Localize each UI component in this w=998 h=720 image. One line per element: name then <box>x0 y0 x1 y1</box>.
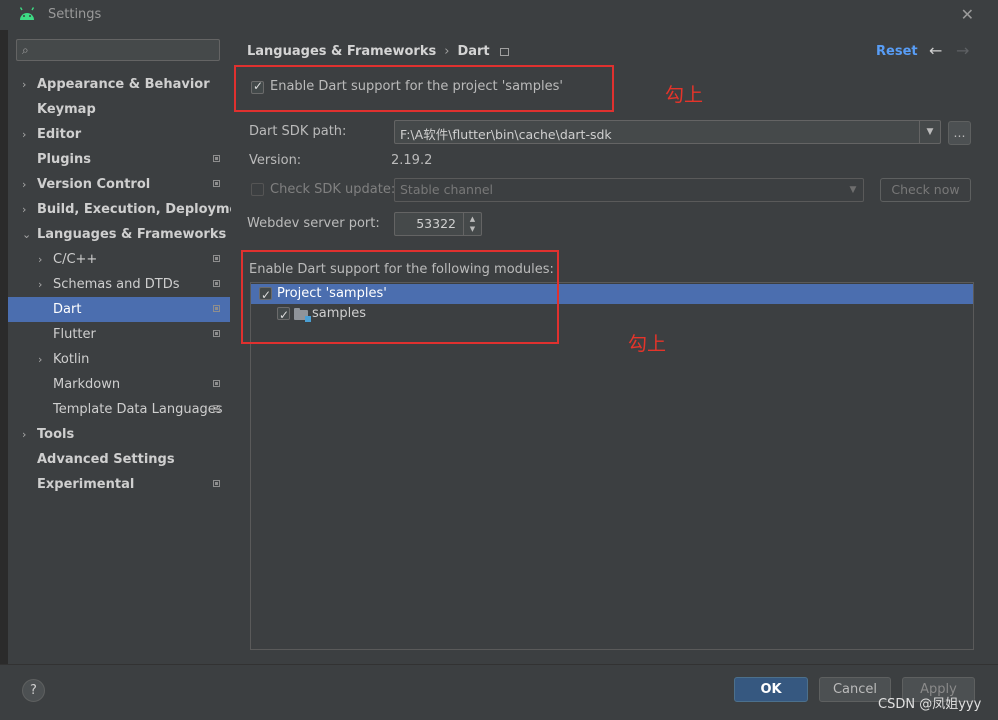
sidebar-item-label: Dart <box>53 302 82 317</box>
sidebar-item-label: Keymap <box>37 102 96 117</box>
search-input[interactable]: ⌕ <box>16 39 220 61</box>
window-title: Settings <box>48 7 102 22</box>
project-level-icon <box>213 380 220 387</box>
spinner-arrows-icon[interactable]: ▲ ▼ <box>463 213 481 235</box>
sidebar-item-label: Plugins <box>37 152 91 167</box>
project-level-icon <box>213 280 220 287</box>
sdk-path-value: F:\A软件\flutter\bin\cache\dart-sdk <box>400 127 612 142</box>
sidebar-item[interactable]: › Schemas and DTDs <box>8 272 230 297</box>
sidebar-item-label: Schemas and DTDs <box>53 277 180 292</box>
back-arrow-icon[interactable]: ← <box>929 41 942 60</box>
sidebar-item-label: Template Data Languages <box>53 402 223 417</box>
version-label: Version: <box>249 153 302 168</box>
sidebar-item[interactable]: › Appearance & Behavior <box>8 72 230 97</box>
sidebar-item-label: Flutter <box>53 327 96 342</box>
channel-value: Stable channel <box>400 182 494 197</box>
annotation-box-modules <box>241 250 559 344</box>
help-button[interactable]: ? <box>22 679 45 702</box>
chevron-right-icon[interactable]: › <box>22 172 26 197</box>
sidebar-item[interactable]: Plugins <box>8 147 230 172</box>
sidebar-item[interactable]: Markdown <box>8 372 230 397</box>
forward-arrow-icon[interactable]: → <box>956 41 969 60</box>
sidebar-item-label: Markdown <box>53 377 121 392</box>
sidebar-item[interactable]: Flutter <box>8 322 230 347</box>
check-now-button[interactable]: Check now <box>880 178 971 202</box>
breadcrumb: Languages & Frameworks › Dart <box>247 44 509 59</box>
sidebar-item-label: Version Control <box>37 177 151 192</box>
sidebar-item-label: Tools <box>37 427 75 442</box>
project-level-icon <box>499 47 509 56</box>
background-edge <box>0 30 8 664</box>
update-channel-combo[interactable]: Stable channel ▼ <box>394 178 864 202</box>
chevron-right-icon[interactable]: › <box>38 272 42 297</box>
project-level-icon <box>213 255 220 262</box>
chevron-right-icon[interactable]: › <box>22 197 26 222</box>
sidebar-item-label: Languages & Frameworks <box>37 227 227 242</box>
sidebar-item[interactable]: Template Data Languages <box>8 397 230 422</box>
settings-window: Settings ✕ ⌕ › Appearance & Behavior Keyma… <box>0 0 998 720</box>
chevron-down-icon[interactable]: ▼ <box>843 179 863 201</box>
ok-button[interactable]: OK <box>734 677 808 702</box>
sidebar-item[interactable]: › C/C++ <box>8 247 230 272</box>
chevron-right-icon[interactable]: › <box>38 347 42 372</box>
settings-sidebar: ⌕ › Appearance & Behavior Keymap › Editor Plu… <box>8 30 254 664</box>
chevron-right-icon[interactable]: › <box>22 72 26 97</box>
sidebar-item[interactable]: ⌄ Languages & Frameworks <box>8 222 230 247</box>
search-icon: ⌕ <box>22 43 29 57</box>
annotation-box-enable <box>234 65 614 112</box>
sidebar-item-label: Editor <box>37 127 82 142</box>
sidebar-item-label: C/C++ <box>53 252 98 267</box>
sidebar-item[interactable]: › Kotlin <box>8 347 230 372</box>
sidebar-item[interactable]: Dart <box>8 297 230 322</box>
breadcrumb-current: Dart <box>457 44 490 59</box>
sdk-path-label: Dart SDK path: <box>249 124 347 139</box>
project-level-icon <box>213 155 220 162</box>
sidebar-item-label: Advanced Settings <box>37 452 175 467</box>
close-icon[interactable]: ✕ <box>961 5 974 24</box>
sidebar-item[interactable]: Keymap <box>8 97 230 122</box>
webdev-port-spinner[interactable]: 53322 ▲ ▼ <box>394 212 482 236</box>
sidebar-item[interactable]: › Editor <box>8 122 230 147</box>
watermark: CSDN @凤姐yyy <box>878 697 982 712</box>
chevron-right-icon[interactable]: › <box>22 422 26 447</box>
sidebar-item[interactable]: Advanced Settings <box>8 447 230 472</box>
sdk-path-combo[interactable]: F:\A软件\flutter\bin\cache\dart-sdk ▼ <box>394 120 941 144</box>
version-value: 2.19.2 <box>391 153 433 168</box>
sidebar-item-label: Appearance & Behavior <box>37 77 210 92</box>
chevron-down-icon[interactable]: ⌄ <box>22 222 31 247</box>
sidebar-item-label: Experimental <box>37 477 135 492</box>
browse-button[interactable]: ... <box>948 121 971 145</box>
webdev-port-value: 53322 <box>416 216 456 231</box>
breadcrumb-parent[interactable]: Languages & Frameworks <box>247 44 436 59</box>
webdev-port-label: Webdev server port: <box>247 216 380 231</box>
annotation-text-modules: 勾上 <box>628 333 667 355</box>
check-sdk-update-checkbox[interactable] <box>251 183 264 196</box>
sidebar-item-label: Kotlin <box>53 352 90 367</box>
project-level-icon <box>213 180 220 187</box>
chevron-right-icon[interactable]: › <box>22 122 26 147</box>
sidebar-item[interactable]: › Version Control <box>8 172 230 197</box>
dialog-footer: ? OK Cancel Apply <box>0 664 998 720</box>
project-level-icon <box>213 330 220 337</box>
sidebar-item[interactable]: Experimental <box>8 472 230 497</box>
sidebar-item[interactable]: › Tools <box>8 422 230 447</box>
check-sdk-update-label: Check SDK update: <box>270 182 396 197</box>
sidebar-item-label: Build, Execution, Deployment <box>37 202 254 217</box>
breadcrumb-separator: › <box>444 44 450 59</box>
title-bar: Settings ✕ <box>0 0 998 30</box>
dart-settings-panel: Languages & Frameworks›Dart Reset ← → En… <box>231 30 998 664</box>
sidebar-item[interactable]: › Build, Execution, Deployment <box>8 197 254 222</box>
reset-link[interactable]: Reset <box>876 44 918 59</box>
project-level-icon <box>213 405 220 412</box>
project-level-icon <box>213 305 220 312</box>
project-level-icon <box>213 480 220 487</box>
chevron-down-icon[interactable]: ▼ <box>919 121 940 143</box>
chevron-right-icon[interactable]: › <box>38 247 42 272</box>
android-logo-icon <box>19 7 35 20</box>
annotation-text-enable: 勾上 <box>665 84 704 106</box>
